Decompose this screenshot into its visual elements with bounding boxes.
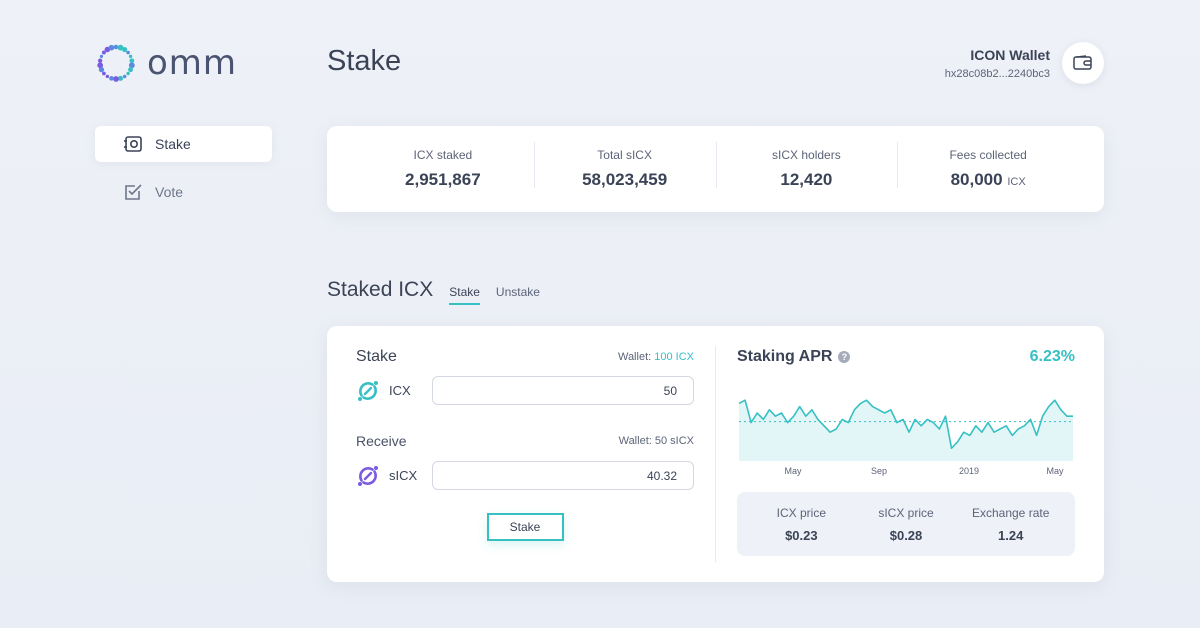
x-tick-label: May bbox=[1046, 466, 1064, 476]
receive-wallet-balance: Wallet: 50 sICX bbox=[618, 435, 694, 447]
stat-label: ICX staked bbox=[413, 148, 473, 162]
section-heading: Staked ICX Stake Unstake bbox=[327, 278, 540, 305]
sidebar: Stake Vote bbox=[95, 126, 272, 222]
logo-dot bbox=[97, 62, 104, 69]
stat-unit: ICX bbox=[1007, 176, 1026, 188]
price-value: $0.23 bbox=[785, 527, 818, 543]
sidebar-item-vote[interactable]: Vote bbox=[95, 174, 272, 210]
stake-icon bbox=[123, 134, 143, 154]
tab-stake[interactable]: Stake bbox=[449, 285, 480, 305]
card-divider bbox=[715, 346, 716, 562]
logo-dot bbox=[128, 67, 134, 73]
logo-dot bbox=[97, 58, 103, 63]
price-label: ICX price bbox=[776, 505, 827, 520]
tab-unstake[interactable]: Unstake bbox=[496, 285, 540, 303]
stat-value: 2,951,867 bbox=[405, 170, 481, 189]
stat-fees-collected: Fees collected 80,000 ICX bbox=[897, 142, 1079, 190]
token-label: ICX bbox=[389, 383, 411, 398]
stake-amount-input[interactable] bbox=[432, 376, 694, 405]
wallet-button[interactable] bbox=[1062, 42, 1104, 84]
section-title: Staked ICX bbox=[327, 278, 434, 301]
stat-value: 80,000 ICX bbox=[950, 170, 1026, 189]
stat-label: Fees collected bbox=[949, 148, 1027, 162]
receive-label: Receive bbox=[356, 433, 407, 449]
price-summary: ICX price $0.23 sICX price $0.28 Exchang… bbox=[737, 492, 1075, 556]
apr-chart: May Sep 2019 May bbox=[737, 378, 1075, 478]
icx-token-icon bbox=[358, 380, 378, 401]
sicx-token-icon bbox=[358, 465, 378, 486]
price-sicx: sICX price $0.28 bbox=[854, 506, 959, 543]
logo-dot bbox=[102, 71, 106, 76]
stat-label: sICX holders bbox=[772, 148, 841, 162]
apr-title: Staking APR ? bbox=[737, 348, 851, 366]
apr-area bbox=[739, 400, 1073, 461]
x-tick-label: May bbox=[784, 466, 802, 476]
stat-total-sicx: Total sICX 58,023,459 bbox=[533, 142, 716, 190]
stake-card: Stake Wallet: 100 ICX ICX Receive Wallet… bbox=[327, 326, 1104, 582]
stat-icx-staked: ICX staked 2,951,867 bbox=[352, 148, 534, 190]
price-icx: ICX price $0.23 bbox=[749, 506, 854, 543]
sidebar-item-label: Vote bbox=[155, 184, 184, 200]
question-icon[interactable]: ? bbox=[838, 351, 851, 363]
sidebar-item-stake[interactable]: Stake bbox=[95, 126, 272, 162]
token-icx: ICX bbox=[356, 379, 432, 403]
wallet-name: ICON Wallet bbox=[970, 46, 1050, 63]
price-label: sICX price bbox=[878, 505, 934, 520]
stats-card: ICX staked 2,951,867 Total sICX 58,023,4… bbox=[327, 126, 1104, 212]
x-tick-label: 2019 bbox=[958, 466, 980, 476]
stat-value: 58,023,459 bbox=[582, 170, 668, 189]
token-sicx: sICX bbox=[356, 464, 432, 488]
omm-logo-icon bbox=[97, 44, 135, 82]
stake-form-title: Stake bbox=[356, 348, 397, 365]
logo-dot bbox=[122, 74, 127, 79]
price-value: $0.28 bbox=[889, 527, 923, 543]
wallet-icon bbox=[1073, 55, 1092, 70]
logo-dot bbox=[126, 71, 130, 76]
logo-dot bbox=[113, 76, 119, 82]
stake-button[interactable]: Stake bbox=[486, 513, 564, 541]
logo-dot bbox=[113, 44, 119, 50]
token-label: sICX bbox=[389, 468, 418, 483]
logo-dot bbox=[128, 54, 133, 59]
receive-amount-input[interactable] bbox=[432, 461, 694, 490]
logo-dot bbox=[105, 74, 109, 79]
logo-dot bbox=[99, 54, 104, 58]
stat-sicx-holders: sICX holders 12,420 bbox=[715, 142, 898, 190]
logo-dot bbox=[108, 44, 115, 51]
stat-value: 12,420 bbox=[780, 170, 833, 189]
wallet-balance: Wallet: 100 ICX bbox=[617, 351, 694, 363]
apr-panel: Staking APR ? 6.23% May Sep 2019 May ICX pr… bbox=[737, 348, 1075, 556]
vote-checkbox-icon bbox=[123, 182, 143, 202]
x-axis: May Sep 2019 May bbox=[737, 466, 1075, 478]
stat-label: Total sICX bbox=[597, 148, 652, 162]
sidebar-item-label: Stake bbox=[155, 136, 191, 152]
wallet-widget[interactable]: ICON Wallet hx28c08b2...2240bc3 bbox=[945, 42, 1104, 84]
wallet-address: hx28c08b2...2240bc3 bbox=[944, 67, 1050, 80]
exchange-rate: Exchange rate 1.24 bbox=[958, 506, 1063, 543]
logo-dot bbox=[122, 46, 128, 53]
price-label: Exchange rate bbox=[971, 505, 1050, 520]
apr-chart-svg bbox=[738, 399, 1073, 461]
x-tick-label: Sep bbox=[870, 466, 888, 476]
logo-dot bbox=[126, 50, 130, 55]
apr-value: 6.23% bbox=[1029, 348, 1075, 365]
brand-name: omm bbox=[147, 43, 238, 83]
page-title: Stake bbox=[327, 45, 402, 77]
brand-logo[interactable]: omm bbox=[95, 42, 237, 84]
logo-dot bbox=[109, 76, 114, 81]
stake-form: Stake Wallet: 100 ICX ICX Receive Wallet… bbox=[356, 348, 694, 541]
price-value: 1.24 bbox=[998, 527, 1024, 543]
